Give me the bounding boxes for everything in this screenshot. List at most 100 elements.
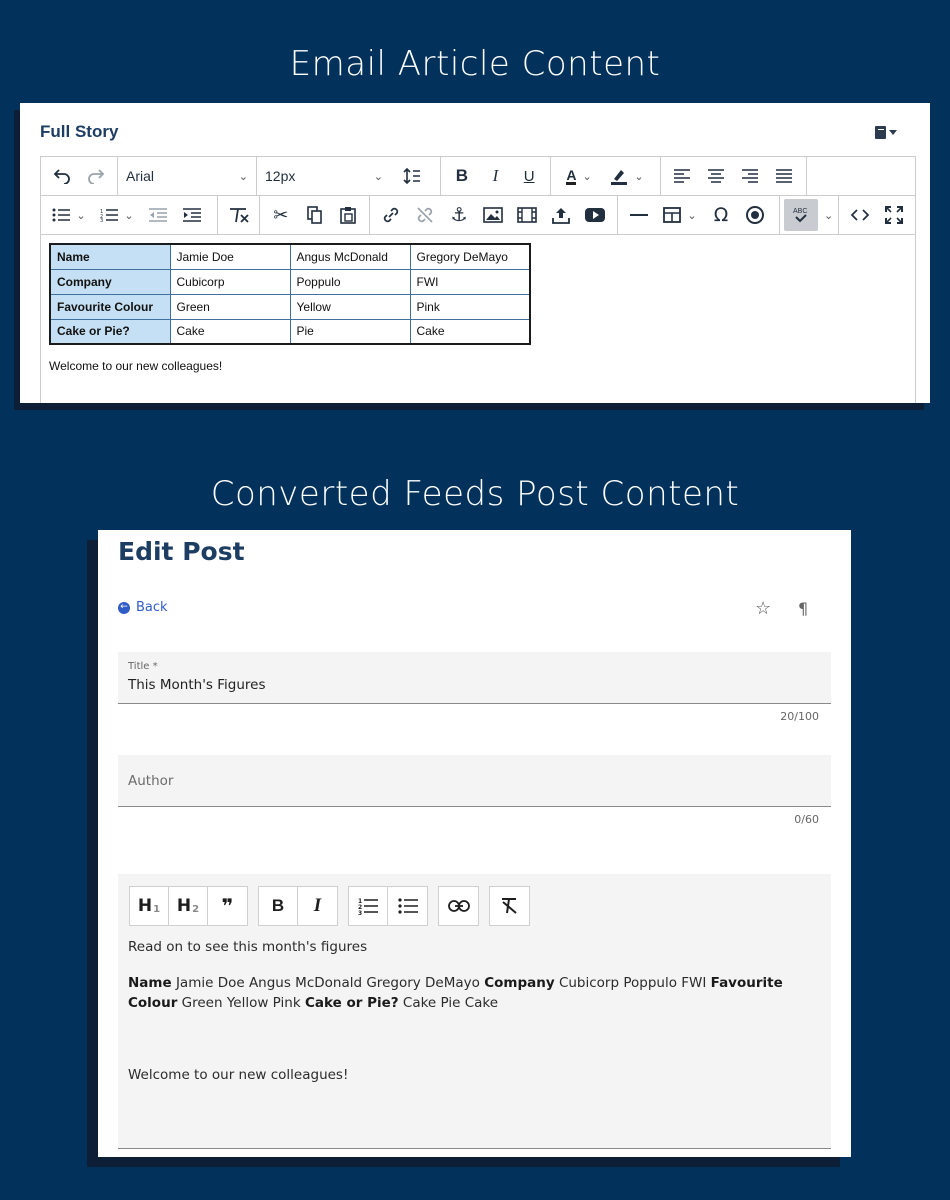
undo-icon[interactable] — [45, 160, 79, 192]
bullet-list-button[interactable] — [388, 887, 427, 925]
upload-icon[interactable] — [544, 199, 578, 231]
align-center-icon[interactable] — [699, 160, 733, 192]
align-left-icon[interactable] — [665, 160, 699, 192]
redo-icon[interactable] — [79, 160, 113, 192]
anchor-icon[interactable]: ⚓ — [442, 199, 476, 231]
special-char-icon[interactable]: Ω — [704, 199, 738, 231]
template-menu-button[interactable] — [875, 123, 905, 141]
bold-icon: B — [271, 896, 285, 915]
table-icon[interactable]: ⌄ — [656, 199, 704, 231]
email-editor-panel: Full Story Arial ⌄ 12px ⌄ B I U A ⌄ ⌄ ⌄ … — [20, 103, 930, 403]
email-article-heading: Email Article Content — [289, 44, 661, 84]
copy-icon[interactable] — [298, 199, 332, 231]
title-field-label: Title * — [128, 661, 158, 672]
table-cell: Green — [169, 293, 291, 320]
table-row: Favourite Colour Green Yellow Pink — [49, 293, 531, 320]
toolbar-row-2: ⌄ 1 2 3 ⌄ ✂ ⚓ ⌄ Ω ABC ⌄ — [41, 196, 915, 235]
bullet-list-icon — [397, 898, 418, 914]
image-icon[interactable] — [476, 199, 510, 231]
svg-text:ABC: ABC — [793, 208, 807, 215]
book-icon — [875, 125, 886, 139]
back-link[interactable]: ← Back — [118, 600, 168, 615]
bold-button[interactable]: B — [259, 887, 298, 925]
line-height-icon[interactable] — [391, 160, 439, 192]
align-right-icon[interactable] — [733, 160, 767, 192]
clear-format-icon[interactable] — [222, 199, 255, 231]
italic-button[interactable]: I — [298, 887, 337, 925]
bullet-list-icon[interactable]: ⌄ — [45, 199, 93, 231]
table-row: Name Jamie Doe Angus McDonald Gregory DeMay… — [49, 243, 531, 270]
link-button[interactable] — [439, 887, 478, 925]
chevron-down-icon: ⌄ — [238, 170, 248, 183]
chevron-down-icon[interactable]: ⌄ — [824, 209, 833, 222]
indent-icon[interactable] — [175, 199, 209, 231]
table-cell: Pink — [409, 293, 531, 320]
title-field-value: This Month's Figures — [128, 677, 266, 693]
star-icon[interactable]: ☆ — [755, 598, 771, 619]
row-values: Green Yellow Pink — [181, 995, 301, 1011]
italic-icon[interactable]: I — [479, 160, 513, 192]
row-label: Name — [128, 975, 172, 991]
quote-icon: ❞ — [221, 894, 234, 918]
row-values: Cubicorp Poppulo FWI — [558, 975, 707, 991]
svg-text:3: 3 — [100, 218, 103, 222]
media-icon[interactable] — [510, 199, 544, 231]
youtube-icon[interactable] — [578, 199, 612, 231]
author-field[interactable]: Author — [118, 755, 831, 807]
justify-icon[interactable] — [767, 160, 801, 192]
link-icon — [447, 900, 470, 912]
table-cell: Poppulo — [289, 268, 411, 295]
edit-post-panel: Edit Post ← Back ☆ ¶ Title * This Month'… — [98, 530, 851, 1157]
highlight-icon[interactable]: ⌄ — [603, 160, 651, 192]
font-size-select[interactable]: 12px ⌄ — [257, 160, 391, 192]
title-field[interactable]: Title * This Month's Figures — [118, 652, 831, 704]
text-color-icon[interactable]: A ⌄ — [555, 160, 603, 192]
toolbar-row-1: Arial ⌄ 12px ⌄ B I U A ⌄ ⌄ — [41, 157, 915, 196]
caret-down-icon — [889, 129, 897, 135]
spellcheck-icon[interactable]: ABC — [784, 199, 818, 231]
horizontal-rule-icon[interactable] — [622, 199, 656, 231]
table-header-cell: Cake or Pie? — [49, 318, 171, 345]
heading-1-button[interactable]: H1 — [130, 887, 169, 925]
feeds-post-heading: Converted Feeds Post Content — [210, 474, 740, 514]
link-icon[interactable] — [374, 199, 408, 231]
row-values: Jamie Doe Angus McDonald Gregory DeMayo — [175, 975, 480, 991]
row-label: Cake or Pie? — [304, 995, 399, 1011]
table-cell: FWI — [409, 268, 531, 295]
row-label: Company — [484, 975, 555, 991]
quote-button[interactable]: ❞ — [208, 887, 247, 925]
table-header-cell: Favourite Colour — [49, 293, 171, 320]
pilcrow-icon[interactable]: ¶ — [798, 599, 808, 618]
editor-content[interactable]: Name Jamie Doe Angus McDonald Gregory DeMay… — [49, 243, 531, 373]
bold-icon[interactable]: B — [445, 160, 479, 192]
back-label: Back — [136, 600, 168, 615]
font-family-value: Arial — [126, 168, 155, 184]
table-row: Cake or Pie? Cake Pie Cake — [49, 318, 531, 345]
numbered-list-button[interactable]: 123 — [349, 887, 388, 925]
outdent-icon[interactable] — [141, 199, 175, 231]
paste-icon[interactable] — [331, 199, 365, 231]
people-table: Name Jamie Doe Angus McDonald Gregory DeMay… — [49, 243, 531, 345]
post-body-editor[interactable]: H1 H2 ❞ B I 123 Read on to see this mont… — [118, 874, 831, 1149]
underline-icon[interactable]: U — [512, 160, 546, 192]
clear-format-button[interactable] — [490, 887, 529, 925]
welcome-text: Welcome to our new colleagues! — [49, 359, 223, 373]
heading-2-button[interactable]: H2 — [169, 887, 208, 925]
fullscreen-icon[interactable] — [877, 199, 911, 231]
code-icon[interactable] — [843, 199, 877, 231]
full-story-title: Full Story — [40, 122, 119, 141]
font-family-select[interactable]: Arial ⌄ — [118, 160, 256, 192]
post-intro-paragraph: Read on to see this month's figures — [128, 939, 368, 955]
italic-icon: I — [313, 895, 322, 916]
title-char-counter: 20/100 — [780, 710, 819, 723]
numbered-list-icon[interactable]: 1 2 3 ⌄ — [93, 199, 141, 231]
table-cell: Cubicorp — [169, 268, 291, 295]
target-icon[interactable] — [738, 199, 772, 231]
arrow-left-icon: ← — [118, 601, 130, 614]
row-values: Cake Pie Cake — [402, 995, 499, 1011]
cut-icon[interactable]: ✂ — [264, 199, 298, 231]
numbered-list-icon: 123 — [358, 898, 378, 915]
table-cell: Cake — [169, 318, 291, 345]
unlink-icon[interactable] — [408, 199, 442, 231]
post-welcome-paragraph: Welcome to our new colleagues! — [128, 1067, 349, 1083]
